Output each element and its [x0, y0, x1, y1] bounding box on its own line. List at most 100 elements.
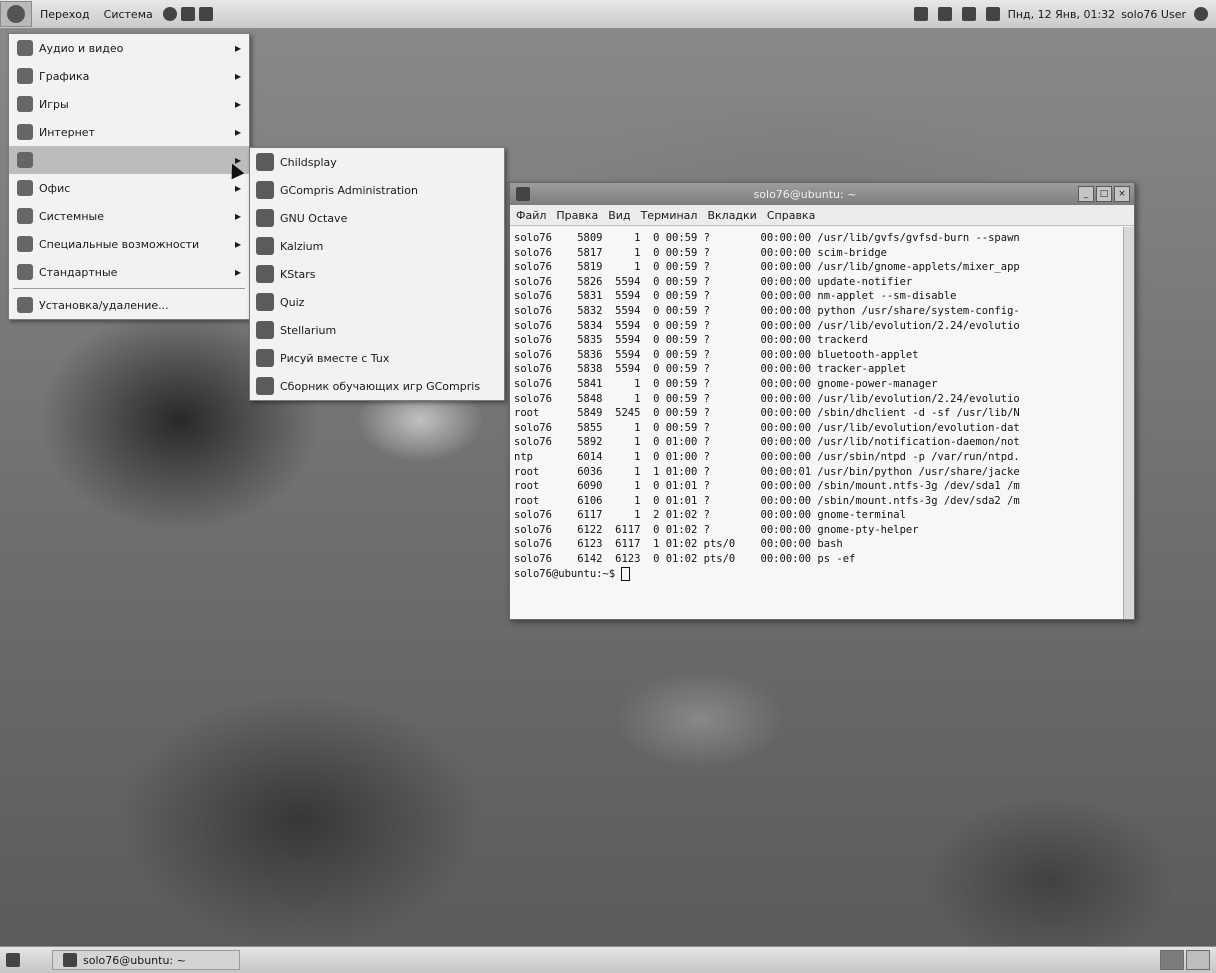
apps-menu-item[interactable]: Офис ▸	[9, 174, 249, 202]
menu-view[interactable]: Вид	[608, 209, 630, 222]
terminal-line: solo76 5892 1 0 01:00 ? 00:00:00 /usr/li…	[514, 436, 1020, 449]
apps-menu-item[interactable]: Игры ▸	[9, 90, 249, 118]
system-tools-icon	[17, 208, 33, 224]
workspace-2[interactable]	[1186, 950, 1210, 970]
system-menu-button[interactable]: Система	[98, 5, 159, 24]
submenu-arrow-icon: ▸	[234, 97, 241, 111]
education-submenu: Childsplay GCompris Administration GNU Oct…	[249, 147, 505, 401]
apps-menu-item[interactable]: Аудио и видео ▸	[9, 34, 249, 62]
terminal-line: solo76 5819 1 0 00:59 ? 00:00:00 /usr/li…	[514, 261, 1020, 274]
internet-icon	[17, 124, 33, 140]
submenu-item[interactable]: Childsplay	[250, 148, 504, 176]
submenu-item[interactable]: Сборник обучающих игр GCompris	[250, 372, 504, 400]
terminal-line: solo76 5835 5594 0 00:59 ? 00:00:00 trac…	[514, 334, 869, 347]
taskbar-terminal-item[interactable]: solo76@ubuntu: ~	[52, 950, 240, 970]
apps-menu-item[interactable]: ▸	[9, 146, 249, 174]
menu-tabs[interactable]: Вкладки	[707, 209, 756, 222]
apps-menu-item[interactable]: Интернет ▸	[9, 118, 249, 146]
terminal-line: solo76 5838 5594 0 00:59 ? 00:00:00 trac…	[514, 363, 906, 376]
menu-edit[interactable]: Правка	[556, 209, 598, 222]
submenu-item[interactable]: KStars	[250, 260, 504, 288]
octave-icon	[256, 209, 274, 227]
workspace-1[interactable]	[1160, 950, 1184, 970]
submenu-arrow-icon: ▸	[234, 41, 241, 55]
terminal-line: root 5849 5245 0 00:59 ? 00:00:00 /sbin/…	[514, 407, 1020, 420]
submenu-item[interactable]: Рисуй вместе с Tux	[250, 344, 504, 372]
education-icon	[17, 152, 33, 168]
apps-menu-item[interactable]: Специальные возможности ▸	[9, 230, 249, 258]
submenu-item[interactable]: Kalzium	[250, 232, 504, 260]
kstars-icon	[256, 265, 274, 283]
minimize-button[interactable]: _	[1078, 186, 1094, 202]
bottom-panel: solo76@ubuntu: ~	[0, 946, 1216, 973]
terminal-line: ntp 6014 1 0 01:00 ? 00:00:00 /usr/sbin/…	[514, 450, 1020, 463]
submenu-arrow-icon: ▸	[234, 69, 241, 83]
submenu-item[interactable]: Quiz	[250, 288, 504, 316]
help-launcher-icon[interactable]	[198, 7, 213, 21]
workspace-switcher[interactable]	[1160, 950, 1210, 970]
terminal-window[interactable]: solo76@ubuntu: ~ _ □ × Файл Правка Вид Т…	[509, 182, 1135, 620]
apps-menu-item-label: Офис	[39, 181, 71, 195]
terminal-line: solo76 6117 1 2 01:02 ? 00:00:00 gnome-t…	[514, 509, 906, 522]
apps-menu-item[interactable]: Графика ▸	[9, 62, 249, 90]
submenu-item-label: Quiz	[280, 295, 305, 309]
applications-menu: Аудио и видео ▸ Графика ▸ Игры ▸ Интернет ▸ ▸ Офи…	[8, 33, 250, 320]
terminal-line: solo76 5834 5594 0 00:59 ? 00:00:00 /usr…	[514, 319, 1020, 332]
terminal-line: root 6106 1 0 01:01 ? 00:00:00 /sbin/mou…	[514, 494, 1020, 507]
graphics-icon	[17, 68, 33, 84]
window-title: solo76@ubuntu: ~	[753, 187, 857, 201]
places-menu-button[interactable]: Переход	[34, 5, 96, 24]
apps-menu-item[interactable]: Установка/удаление...	[9, 291, 249, 319]
mail-launcher-icon[interactable]	[180, 7, 195, 21]
gcompris-icon	[256, 377, 274, 395]
submenu-item-label: Childsplay	[280, 155, 337, 169]
apps-menu-item-label: Системные	[39, 209, 104, 223]
power-icon[interactable]	[1194, 7, 1208, 21]
submenu-item[interactable]: GNU Octave	[250, 204, 504, 232]
terminal-menubar: Файл Правка Вид Терминал Вкладки Справка	[510, 205, 1134, 226]
apps-menu-item[interactable]: Системные ▸	[9, 202, 249, 230]
menu-terminal[interactable]: Терминал	[641, 209, 698, 222]
firefox-launcher-icon[interactable]	[162, 7, 177, 21]
terminal-line: solo76 5836 5594 0 00:59 ? 00:00:00 blue…	[514, 348, 919, 361]
submenu-arrow-icon: ▸	[234, 237, 241, 251]
apps-menu-item-label: Установка/удаление...	[39, 298, 169, 312]
volume-icon[interactable]	[985, 7, 1000, 21]
show-desktop-icon[interactable]	[6, 953, 20, 967]
submenu-item-label: Kalzium	[280, 239, 324, 253]
menu-help[interactable]: Справка	[767, 209, 815, 222]
user-switcher[interactable]: solo76 User	[1121, 8, 1186, 21]
terminal-scrollbar[interactable]	[1123, 227, 1134, 619]
menu-file[interactable]: Файл	[516, 209, 546, 222]
gnome-foot-icon	[7, 5, 25, 23]
add-remove-icon	[17, 297, 33, 313]
terminal-output[interactable]: solo76 5809 1 0 00:59 ? 00:00:00 /usr/li…	[510, 227, 1124, 619]
submenu-arrow-icon: ▸	[234, 125, 241, 139]
updates-icon[interactable]	[961, 7, 976, 21]
audio-video-icon	[17, 40, 33, 56]
close-button[interactable]: ×	[1114, 186, 1130, 202]
stellarium-icon	[256, 321, 274, 339]
terminal-line: solo76 5826 5594 0 00:59 ? 00:00:00 upda…	[514, 275, 913, 288]
terminal-prompt-line[interactable]: solo76@ubuntu:~$	[514, 566, 1120, 582]
terminal-line: root 6036 1 1 01:00 ? 00:00:01 /usr/bin/…	[514, 465, 1020, 478]
submenu-item[interactable]: GCompris Administration	[250, 176, 504, 204]
clock[interactable]: Пнд, 12 Янв, 01:32	[1008, 8, 1116, 21]
terminal-line: solo76 5855 1 0 00:59 ? 00:00:00 /usr/li…	[514, 421, 1020, 434]
network-icon[interactable]	[913, 7, 928, 21]
terminal-line: solo76 6123 6117 1 01:02 pts/0 00:00:00 …	[514, 538, 843, 551]
terminal-line: solo76 5831 5594 0 00:59 ? 00:00:00 nm-a…	[514, 290, 957, 303]
window-titlebar[interactable]: solo76@ubuntu: ~ _ □ ×	[510, 183, 1134, 205]
bluetooth-icon[interactable]	[937, 7, 952, 21]
menu-separator	[13, 288, 245, 289]
apps-menu-item[interactable]: Стандартные ▸	[9, 258, 249, 286]
submenu-item-label: KStars	[280, 267, 316, 281]
applications-menu-button[interactable]	[0, 1, 32, 27]
terminal-line: root 6090 1 0 01:01 ? 00:00:00 /sbin/mou…	[514, 480, 1020, 493]
gcompris-admin-icon	[256, 181, 274, 199]
submenu-item[interactable]: Stellarium	[250, 316, 504, 344]
terminal-line: solo76 5817 1 0 00:59 ? 00:00:00 scim-br…	[514, 246, 887, 259]
maximize-button[interactable]: □	[1096, 186, 1112, 202]
terminal-line: solo76 6122 6117 0 01:02 ? 00:00:00 gnom…	[514, 523, 919, 536]
games-icon	[17, 96, 33, 112]
